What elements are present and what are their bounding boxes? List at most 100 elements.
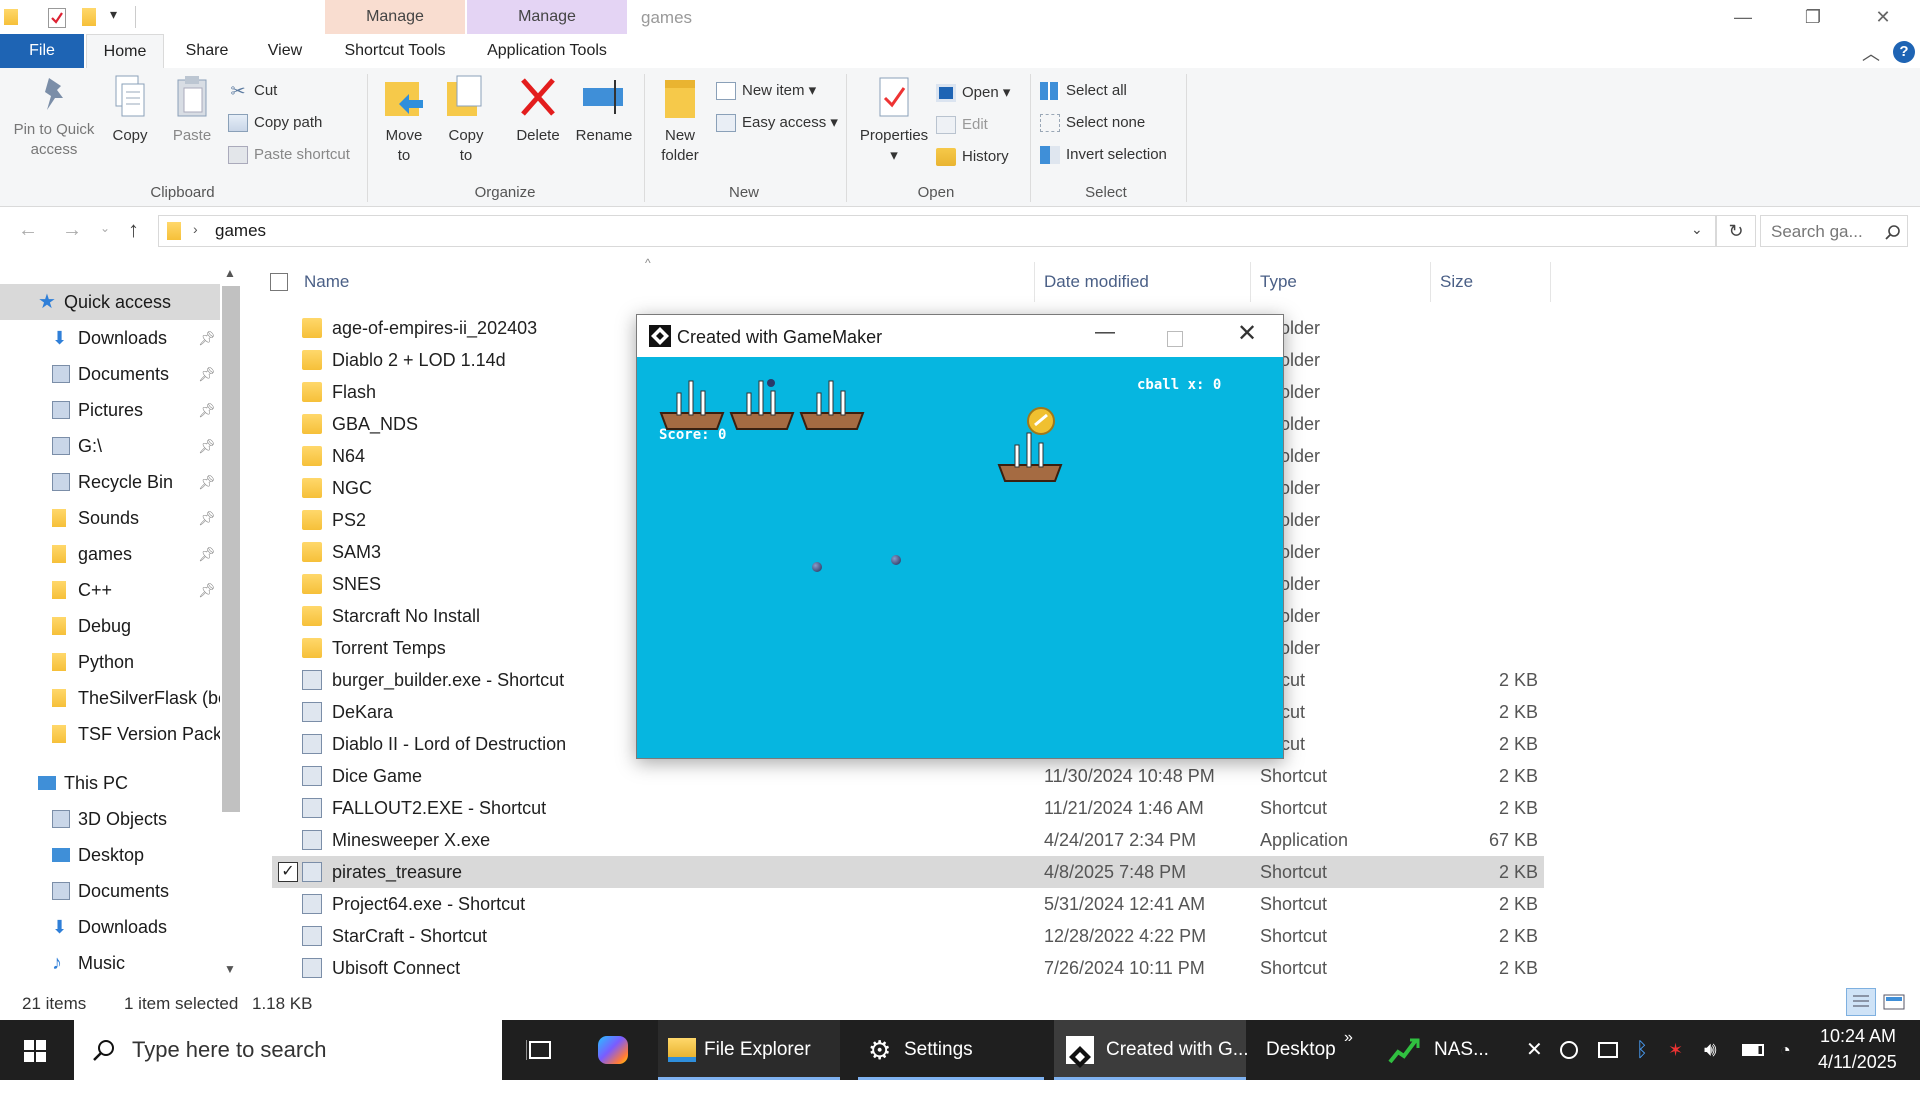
nav-item[interactable]: Python [0,644,220,680]
nav-item[interactable]: ⬇ Downloads [0,909,220,945]
nav-item[interactable]: G:\ 📌︎ [0,428,220,464]
nav-scrollbar-thumb[interactable] [222,286,240,812]
forward-button[interactable]: → [62,219,82,242]
column-header-size[interactable]: Size [1440,262,1551,302]
delete-button[interactable]: Delete [508,74,568,146]
row-checkbox[interactable]: ✓ [278,862,298,882]
edit-button[interactable]: Edit [936,112,988,138]
customize-qat-button[interactable]: ▾ [110,6,117,23]
clock-date[interactable]: 4/11/2025 [1818,1052,1897,1073]
invert-selection-button[interactable]: Invert selection [1040,142,1167,168]
nav-item[interactable]: 3D Objects [0,801,220,837]
nav-item[interactable]: Documents [0,873,220,909]
new-item-button[interactable]: New item ▾ [716,78,816,104]
nav-scroll-down[interactable]: ▼ [224,962,236,976]
tab-shortcut-tools[interactable]: Shortcut Tools [326,34,464,68]
nav-item[interactable]: TheSilverFlask (bet [0,680,220,716]
history-button[interactable]: History [936,144,1009,170]
copy-to-button[interactable]: Copy to [440,74,492,166]
copy-path-button[interactable]: Copy path [228,110,322,136]
tray-bluetooth-icon[interactable]: ᛒ [1636,1020,1648,1080]
nav-item[interactable]: ⬇ Downloads 📌︎ [0,320,220,356]
taskbar-file-explorer[interactable]: File Explorer [658,1020,840,1080]
nav-item[interactable]: ♪ Music [0,945,220,981]
gamemaker-window[interactable]: Created with GameMaker — ✕ Score: 0 cbal… [636,314,1284,759]
help-icon[interactable]: ? [1893,41,1915,63]
close-button[interactable]: ✕ [1848,0,1918,34]
properties-qat-icon[interactable] [48,8,66,28]
nav-item[interactable]: Sounds 📌︎ [0,500,220,536]
move-to-button[interactable]: Move to [378,74,430,166]
address-dropdown-icon[interactable]: ⌄ [1691,221,1703,238]
restore-button[interactable]: ❐ [1778,0,1848,34]
nav-item[interactable]: C++ 📌︎ [0,572,220,608]
gamemaker-close-button[interactable]: ✕ [1237,319,1257,348]
select-all-button[interactable]: Select all [1040,78,1127,104]
tab-home[interactable]: Home [86,34,164,69]
search-box[interactable]: Search ga... [1760,215,1908,247]
nav-item[interactable]: Recycle Bin 📌︎ [0,464,220,500]
file-row[interactable]: StarCraft - Shortcut 12/28/2022 4:22 PM Sh… [272,920,1544,952]
select-none-button[interactable]: Select none [1040,110,1145,136]
large-icons-view-button[interactable] [1882,992,1908,1012]
address-bar[interactable]: › games ⌄ [158,215,1716,247]
up-button[interactable]: ↑ [128,217,139,243]
nav-item[interactable]: This PC [0,765,220,801]
tab-application-tools[interactable]: Application Tools [467,34,627,68]
nav-item[interactable]: Debug [0,608,220,644]
recent-locations-button[interactable]: ⌄ [100,221,110,235]
select-all-checkbox[interactable] [270,273,288,291]
file-row[interactable]: Dice Game 11/30/2024 10:48 PM Shortcut 2 KB [272,760,1544,792]
toolbar-overflow-icon[interactable]: » [1344,1008,1353,1068]
game-canvas[interactable]: Score: 0 cball x: 0 [637,357,1283,758]
nav-item[interactable]: games 📌︎ [0,536,220,572]
nav-item[interactable]: Documents 📌︎ [0,356,220,392]
new-folder-button[interactable]: New folder [652,74,708,166]
paste-shortcut-button[interactable]: Paste shortcut [228,142,350,168]
taskbar-settings[interactable]: ⚙ Settings [858,1020,1044,1080]
collapse-ribbon-icon[interactable]: ︿ [1862,40,1880,66]
details-view-button[interactable] [1846,988,1876,1016]
start-button[interactable] [0,1020,70,1080]
easy-access-button[interactable]: Easy access ▾ [716,110,838,136]
breadcrumb[interactable]: games [215,221,266,241]
nav-item[interactable]: Desktop [0,837,220,873]
refresh-button[interactable]: ↻ [1716,215,1756,247]
taskbar-gamemaker[interactable]: Created with G... [1054,1020,1249,1080]
file-row[interactable]: Minesweeper X.exe 4/24/2017 2:34 PM Applic… [272,824,1544,856]
file-row[interactable]: FALLOUT2.EXE - Shortcut 11/21/2024 1:46 A… [272,792,1544,824]
column-header-type[interactable]: Type [1260,262,1431,302]
column-header-name[interactable]: Name [304,262,1035,302]
tray-app-icon[interactable]: ✶ [1668,1020,1683,1080]
tray-volume-icon[interactable]: 🔊︎ [1704,1020,1717,1080]
tab-share[interactable]: Share [168,34,246,68]
column-header-date[interactable]: Date modified [1044,262,1251,302]
desktop-toolbar[interactable]: Desktop [1266,1020,1336,1080]
nav-item[interactable]: Pictures 📌︎ [0,392,220,428]
tab-file[interactable]: File [0,34,84,68]
taskbar-search-box[interactable]: Type here to search [74,1020,502,1080]
file-row[interactable]: ✓ pirates_treasure 4/8/2025 7:48 PM Shortcu… [272,856,1544,888]
pin-quick-access-button[interactable]: Pin to Quick access [6,74,102,160]
gamemaker-maximize-button[interactable] [1167,331,1183,347]
tray-wifi-icon[interactable]: ◔ [1780,1020,1791,1080]
paste-button[interactable]: Paste [164,74,220,146]
clock-time[interactable]: 10:24 AM [1820,1026,1896,1047]
gamemaker-minimize-button[interactable]: — [1095,321,1115,344]
copilot-button[interactable] [586,1020,646,1080]
file-row[interactable]: Project64.exe - Shortcut 5/31/2024 12:41 … [272,888,1544,920]
tab-view[interactable]: View [246,34,324,68]
properties-button[interactable]: Properties ▾ [852,76,936,166]
nav-quick-access[interactable]: ★ Quick access [0,284,220,320]
open-button[interactable]: Open ▾ [936,80,1010,106]
nav-scroll-up[interactable]: ▲ [224,266,236,280]
back-button[interactable]: ← [18,219,38,242]
rename-button[interactable]: Rename [572,74,636,146]
cut-button[interactable]: ✂ Cut [228,78,277,104]
copy-button[interactable]: Copy [104,74,156,146]
file-row[interactable]: Ubisoft Connect 7/26/2024 10:11 PM Shortcu… [272,952,1544,984]
minimize-button[interactable]: — [1708,0,1778,34]
taskbar-nas[interactable]: NAS... [1386,1020,1498,1080]
nav-item[interactable]: TSF Version Packag [0,716,220,752]
new-folder-qat-icon[interactable] [82,8,96,26]
